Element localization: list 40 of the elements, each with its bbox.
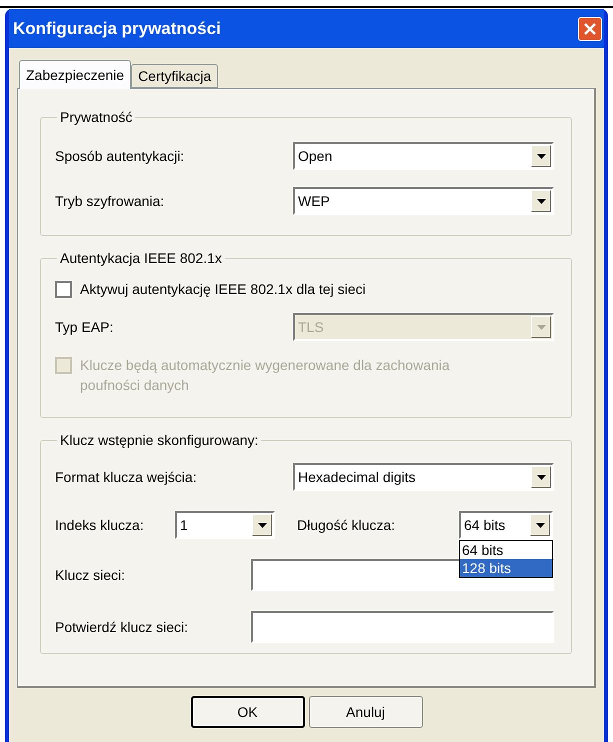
field-label: Klucz sieci: <box>55 566 126 584</box>
dropdown-field[interactable]: 64 bits <box>459 511 553 539</box>
dropdown-button[interactable] <box>531 145 551 167</box>
caret-icon <box>536 522 544 528</box>
group-title: Prywatność <box>59 108 134 127</box>
field-label: Format klucza wejścia: <box>55 468 198 487</box>
caret-icon <box>536 198 546 204</box>
tab[interactable]: Zabezpieczenie <box>19 60 132 89</box>
dropdown-option[interactable]: 64 bits <box>460 541 552 559</box>
dropdown-option[interactable]: 128 bits <box>460 559 552 577</box>
field-label: Potwierdź klucz sieci: <box>55 618 190 636</box>
tab[interactable]: Certyfikacja <box>131 64 218 88</box>
input-field[interactable] <box>251 611 554 643</box>
checkbox[interactable] <box>55 281 72 298</box>
group-title: Klucz wstępnie skonfigurowany: <box>59 431 260 450</box>
dropdown-button[interactable] <box>531 466 551 488</box>
caret-icon <box>258 522 266 528</box>
dropdown-button[interactable] <box>252 514 272 536</box>
field-label: Typ EAP: <box>55 318 114 337</box>
dropdown-field[interactable]: Hexadecimal digits <box>293 463 554 491</box>
dropdown-field[interactable]: 1 <box>175 511 275 539</box>
dialog-button[interactable]: OK <box>190 696 304 728</box>
field-label: Długość klucza: <box>297 516 396 535</box>
field-label: Sposób autentykacji: <box>55 146 186 166</box>
dropdown-field[interactable]: Open <box>293 142 554 170</box>
dropdown-button[interactable] <box>531 190 551 212</box>
field-label: Tryb szyfrowania: <box>55 192 166 211</box>
close-button[interactable] <box>578 16 602 40</box>
caret-icon <box>536 474 546 480</box>
group-title: Autentykacja IEEE 802.1x <box>59 249 223 268</box>
caret-icon <box>536 154 546 158</box>
checkbox-label: Aktywuj autentykację IEEE 802.1x dla tej sieci <box>80 280 366 299</box>
dialog-button[interactable]: Anuluj <box>308 696 422 728</box>
caret-icon <box>536 324 546 330</box>
dropdown-button[interactable] <box>530 514 550 536</box>
close-icon <box>584 22 596 34</box>
field-label: Indeks klucza: <box>55 516 145 534</box>
window-title: Konfiguracja prywatności <box>13 18 221 40</box>
dropdown-field[interactable]: WEP <box>293 187 554 215</box>
checkbox-label: Klucze będą automatycznie wygenerowane dla zachowania poufności danych <box>80 356 451 395</box>
